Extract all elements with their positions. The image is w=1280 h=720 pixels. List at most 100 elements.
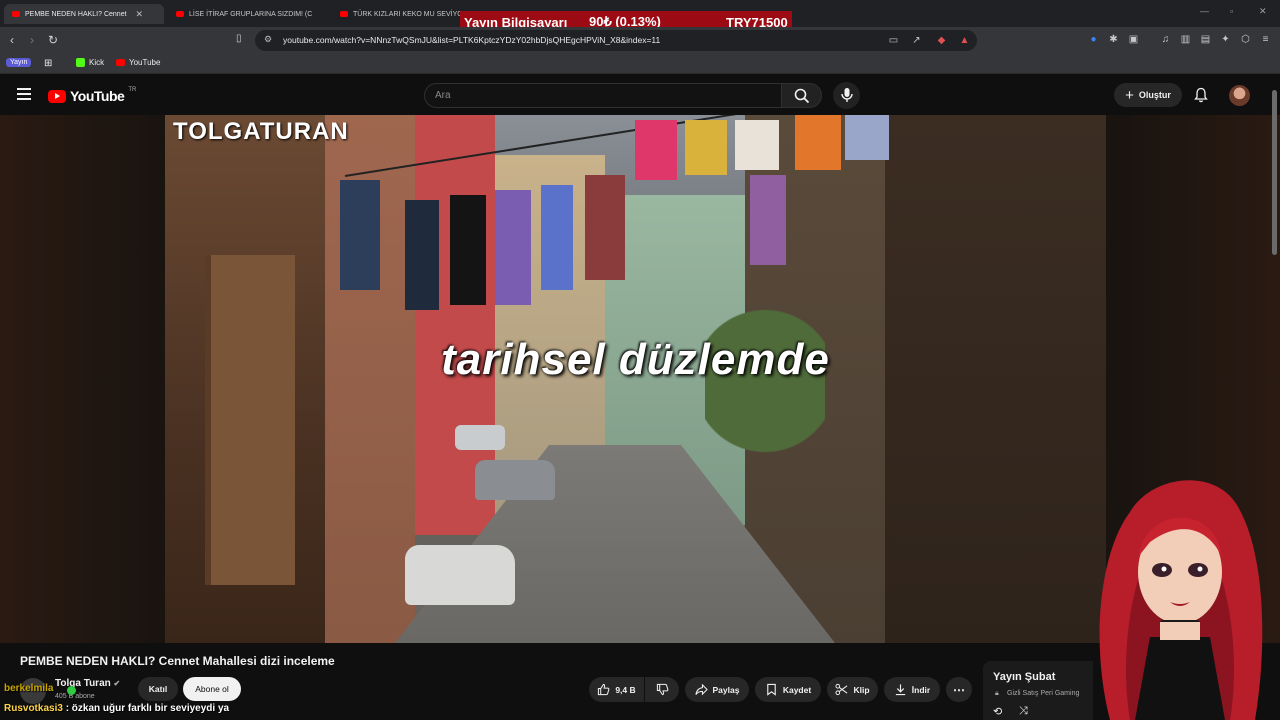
- create-button[interactable]: + Oluştur: [1114, 83, 1182, 107]
- laundry-item: [735, 120, 779, 170]
- playlist-panel[interactable]: Yayın Şubat 🔒︎ Gizli Satış Peri Gaming ⟲…: [983, 661, 1093, 720]
- more-actions-button[interactable]: ⋯: [946, 677, 972, 702]
- video-frame[interactable]: TOLGATURAN tarihsel düzlemde: [165, 115, 1106, 643]
- subscribe-button[interactable]: Abone ol: [183, 677, 241, 701]
- search-input[interactable]: [425, 84, 781, 107]
- user-avatar[interactable]: [1229, 85, 1250, 106]
- menu-icon[interactable]: ≡: [1260, 34, 1271, 45]
- kick-icon: [76, 58, 85, 67]
- tree: [705, 285, 825, 525]
- voice-search-button[interactable]: [833, 82, 860, 109]
- save-label: Kaydet: [782, 684, 812, 695]
- chat-message: berkelmila: [4, 683, 53, 694]
- join-button[interactable]: Katıl: [138, 677, 178, 701]
- share-label: Paylaş: [712, 684, 740, 695]
- music-icon[interactable]: ♫: [1160, 34, 1171, 45]
- tab[interactable]: LİSE İTİRAF GRUPLARINA SIZDIM! (C: [168, 4, 326, 24]
- laundry-item: [685, 120, 727, 175]
- video-player[interactable]: TOLGATURAN tarihsel düzlemde: [0, 115, 1280, 643]
- back-icon[interactable]: ‹: [10, 33, 14, 47]
- create-label: Oluştur: [1138, 90, 1171, 100]
- bookmark-icon[interactable]: ▯: [236, 33, 242, 44]
- thumbs-down-icon: [656, 683, 668, 696]
- logo-text: YouTube: [70, 88, 125, 104]
- building-facade: [205, 255, 295, 585]
- search-button[interactable]: [781, 83, 822, 108]
- apps-grid-icon[interactable]: ⊞: [44, 58, 52, 69]
- bookmark-kick[interactable]: Kick: [76, 58, 104, 67]
- subscriber-count: 405 B abone: [55, 693, 95, 700]
- puzzle-icon[interactable]: ✱: [1108, 34, 1119, 45]
- tab-label: TÜRK KIZLARI KEKO MU SEVİYOR?: [353, 10, 472, 18]
- laundry-item: [845, 115, 889, 160]
- tab-label: LİSE İTİRAF GRUPLARINA SIZDIM! (C: [189, 10, 313, 18]
- page-scrollbar[interactable]: [1272, 90, 1277, 255]
- channel-name-text: Tolga Turan: [55, 678, 111, 689]
- clip-button[interactable]: Klip: [827, 677, 878, 702]
- minimize-icon[interactable]: —: [1200, 6, 1209, 16]
- bookmark-youtube[interactable]: YouTube: [116, 58, 160, 67]
- verified-check-icon: ✔: [113, 679, 121, 688]
- brave-shield-icon[interactable]: ◆: [936, 35, 947, 46]
- scissors-icon: [835, 683, 848, 696]
- chat-username: berkelmila: [4, 683, 54, 694]
- channel-name[interactable]: Tolga Turan ✔: [55, 678, 120, 689]
- forward-icon[interactable]: ›: [30, 33, 34, 47]
- like-count: 9,4 B: [615, 684, 636, 695]
- region-code: TR: [128, 87, 137, 93]
- playlist-title: Yayın Şubat: [993, 671, 1056, 683]
- site-info-icon[interactable]: ⚙: [264, 34, 272, 45]
- microphone-icon: [841, 88, 853, 102]
- maximize-icon[interactable]: ▫: [1230, 6, 1233, 16]
- download-icon: [895, 684, 905, 696]
- loop-icon[interactable]: ⟲: [993, 705, 1002, 718]
- notifications-bell-icon[interactable]: [1193, 87, 1209, 103]
- bookmark-save-icon: [767, 683, 776, 696]
- screenshot-icon[interactable]: ▣: [1128, 34, 1139, 45]
- youtube-favicon-icon: [340, 11, 348, 17]
- hamburger-menu-icon[interactable]: [17, 88, 31, 100]
- save-button[interactable]: Kaydet: [755, 677, 821, 702]
- laundry-item: [585, 175, 625, 280]
- chat-message: Rusvotkasi3 : özkan uğur farklı bir sevi…: [4, 703, 229, 714]
- white-car: [405, 545, 515, 605]
- share-arrow-icon: [694, 683, 708, 696]
- wallet-icon[interactable]: ▤: [1200, 34, 1211, 45]
- share-icon[interactable]: ↗: [911, 35, 922, 46]
- dislike-button[interactable]: [645, 677, 679, 702]
- address-bar-row: ‹ › ↻ ▯ ⚙ youtube.com/watch?v=NNnzTwQSmJ…: [0, 27, 1280, 54]
- bookmark-yayin[interactable]: Yayın: [6, 58, 32, 67]
- reload-icon[interactable]: ↻: [48, 33, 58, 47]
- laundry-item: [405, 200, 439, 310]
- youtube-logo[interactable]: YouTube TR: [48, 87, 137, 104]
- close-icon[interactable]: ✕: [136, 9, 144, 20]
- url-text: youtube.com/watch?v=NNnzTwQSmJU&list=PLT…: [283, 35, 661, 45]
- search-box: [424, 83, 782, 108]
- shuffle-icon[interactable]: ⤨: [1019, 705, 1028, 718]
- youtube-play-icon: [48, 89, 66, 103]
- extension-icon[interactable]: ●: [1088, 34, 1099, 45]
- ai-icon[interactable]: ✦: [1220, 34, 1231, 45]
- youtube-favicon-icon: [12, 11, 20, 17]
- sidebar-icon[interactable]: ▥: [1180, 34, 1191, 45]
- video-caption: tarihsel düzlemde: [441, 335, 830, 384]
- laundry-item: [541, 185, 573, 290]
- playlist-subtitle: Gizli Satış Peri Gaming: [1007, 690, 1080, 697]
- url-field[interactable]: ⚙ youtube.com/watch?v=NNnzTwQSmJU&list=P…: [255, 30, 977, 51]
- like-button[interactable]: 9,4 B: [589, 677, 644, 702]
- close-window-icon[interactable]: ✕: [1259, 6, 1267, 17]
- grey-car: [475, 460, 555, 500]
- cast-icon[interactable]: ▭: [888, 35, 899, 46]
- tab-active[interactable]: PEMBE NEDEN HAKLI? Cennet ✕: [4, 4, 164, 24]
- vpn-icon[interactable]: ⬡: [1240, 34, 1251, 45]
- search-icon: [794, 88, 810, 104]
- share-button[interactable]: Paylaş: [685, 677, 749, 702]
- chat-text: : özkan uğur farklı bir seviyeydi ya: [65, 703, 230, 714]
- small-car: [455, 425, 505, 450]
- download-button[interactable]: İndir: [884, 677, 940, 702]
- tab-label: PEMBE NEDEN HAKLI? Cennet: [25, 10, 127, 18]
- thumbs-up-icon: [598, 683, 610, 696]
- rewards-icon[interactable]: ▲: [959, 35, 970, 46]
- more-icon: ⋯: [953, 682, 965, 697]
- laundry-item: [450, 195, 486, 305]
